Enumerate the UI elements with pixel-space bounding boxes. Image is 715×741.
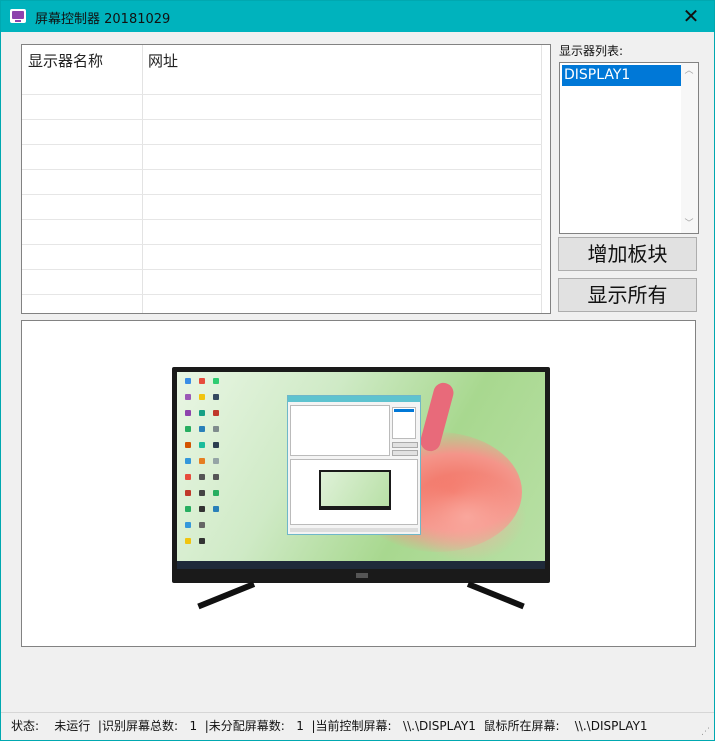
scroll-down-icon[interactable]: ﹀ — [684, 219, 694, 229]
grid-row-line — [22, 94, 542, 95]
show-all-button[interactable]: 显示所有 — [558, 278, 697, 312]
monitor-preview-image — [172, 367, 550, 610]
grid-row-line — [22, 194, 542, 195]
status-bar: 状态: 未运行 |识别屏幕总数: 1 |未分配屏幕数: 1 |当前控制屏幕: \… — [1, 712, 714, 740]
monitor-app-icon — [10, 9, 26, 23]
grid-row-line — [22, 169, 542, 170]
grid-row-line — [22, 144, 542, 145]
column-header-url[interactable]: 网址 — [148, 50, 178, 71]
tv-logo — [356, 573, 368, 578]
grid-row-line — [22, 119, 542, 120]
column-header-display-name[interactable]: 显示器名称 — [28, 50, 103, 71]
column-divider — [142, 45, 143, 313]
grid-row-line — [22, 244, 542, 245]
close-button[interactable]: ✕ — [668, 1, 714, 32]
preview-taskbar — [177, 561, 545, 569]
grid-row-line — [22, 269, 542, 270]
monitor-frame — [172, 367, 550, 583]
column-divider — [541, 45, 542, 313]
window-title: 屏幕控制器 20181029 — [35, 12, 171, 27]
grid-row-line — [22, 294, 542, 295]
main-window: 屏幕控制器 20181029 ✕ 显示器名称 网址 显示器列表: DISPLAY… — [0, 0, 715, 741]
display-listbox[interactable]: DISPLAY1 ︿ ﹀ — [559, 62, 699, 234]
display-list-label: 显示器列表: — [559, 44, 624, 58]
scroll-up-icon[interactable]: ︿ — [684, 66, 694, 76]
add-block-button[interactable]: 增加板块 — [558, 237, 697, 271]
listbox-scrollbar[interactable]: ︿ ﹀ — [681, 63, 698, 233]
tv-stand-right — [466, 581, 525, 610]
monitor-screen — [177, 372, 545, 569]
title-bar[interactable]: 屏幕控制器 20181029 ✕ — [1, 1, 714, 32]
display-list-item[interactable]: DISPLAY1 — [562, 65, 681, 86]
preview-app-window — [287, 395, 421, 535]
tv-stand-left — [197, 581, 256, 610]
status-text: 状态: 未运行 |识别屏幕总数: 1 |未分配屏幕数: 1 |当前控制屏幕: \… — [11, 719, 648, 733]
grid-row-line — [22, 219, 542, 220]
display-url-grid[interactable]: 显示器名称 网址 — [21, 44, 551, 314]
grid-header: 显示器名称 网址 — [22, 45, 550, 71]
screen-preview-panel[interactable] — [21, 320, 696, 647]
resize-grip-icon[interactable]: ⋰ — [701, 727, 711, 737]
